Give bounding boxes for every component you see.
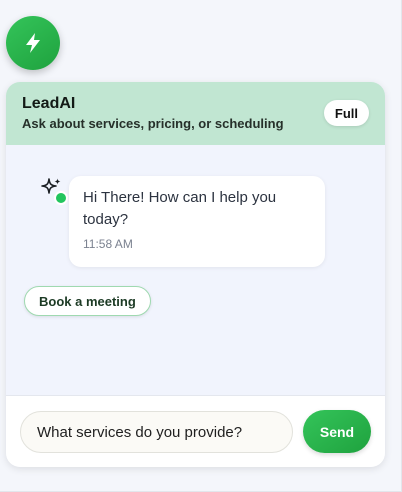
chat-subtitle: Ask about services, pricing, or scheduli… <box>22 116 284 131</box>
message-composer: Send <box>6 395 385 467</box>
send-button[interactable]: Send <box>303 410 371 453</box>
bot-avatar <box>40 177 68 205</box>
chat-header: LeadAI Ask about services, pricing, or s… <box>6 82 385 145</box>
message-text: Hi There! How can I help you today? <box>83 189 277 228</box>
bot-message-bubble: Hi There! How can I help you today? 11:5… <box>69 176 325 267</box>
message-timestamp: 11:58 AM <box>83 237 133 251</box>
lightning-bolt-icon <box>23 32 43 54</box>
chat-launcher-button[interactable] <box>6 16 60 70</box>
message-input[interactable] <box>20 411 293 453</box>
chat-page: LeadAI Ask about services, pricing, or s… <box>0 0 402 492</box>
chat-title: LeadAI <box>22 95 76 112</box>
chat-widget: LeadAI Ask about services, pricing, or s… <box>6 82 385 467</box>
fullscreen-button[interactable]: Full <box>323 100 369 126</box>
book-meeting-button[interactable]: Book a meeting <box>24 286 151 316</box>
online-status-indicator <box>54 191 68 205</box>
